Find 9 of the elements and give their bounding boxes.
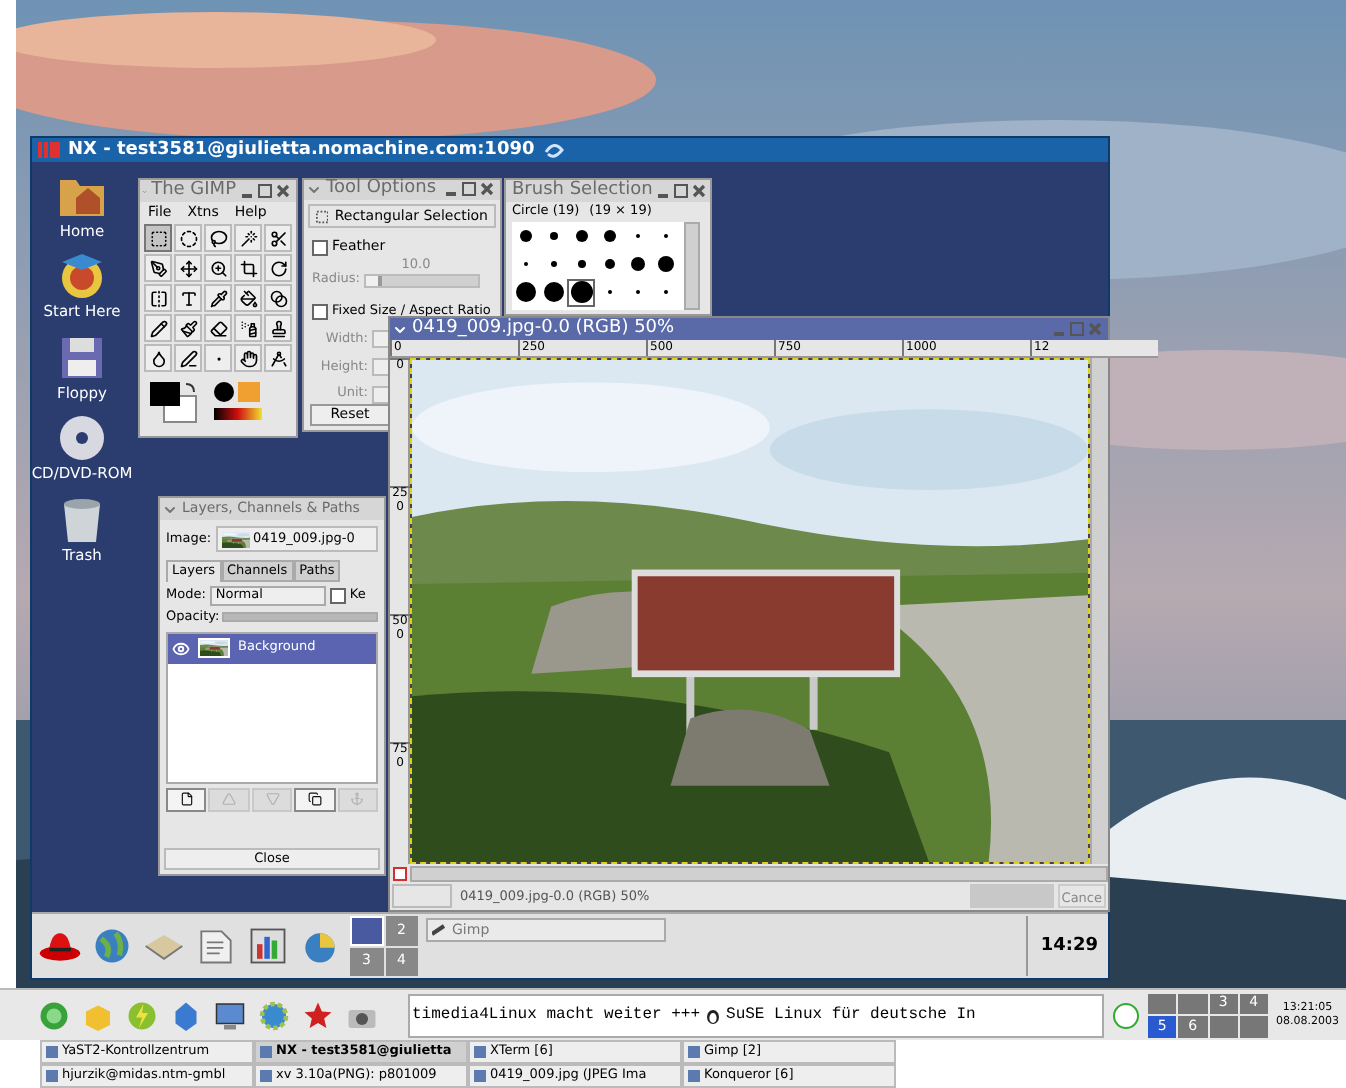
circle-icon[interactable] xyxy=(36,997,72,1033)
ticker-text: SuSE Linux für deutsche In xyxy=(726,1003,976,1027)
workspace-button[interactable] xyxy=(1239,1016,1268,1037)
workspace-button[interactable] xyxy=(1209,1016,1238,1037)
workspace-button[interactable] xyxy=(1148,993,1177,1014)
ticker-text: timedia4Linux macht weiter +++ xyxy=(412,1003,701,1027)
circle-icon[interactable] xyxy=(1112,997,1140,1033)
workspace-button[interactable] xyxy=(1178,993,1207,1014)
monitor-icon[interactable] xyxy=(212,997,248,1033)
